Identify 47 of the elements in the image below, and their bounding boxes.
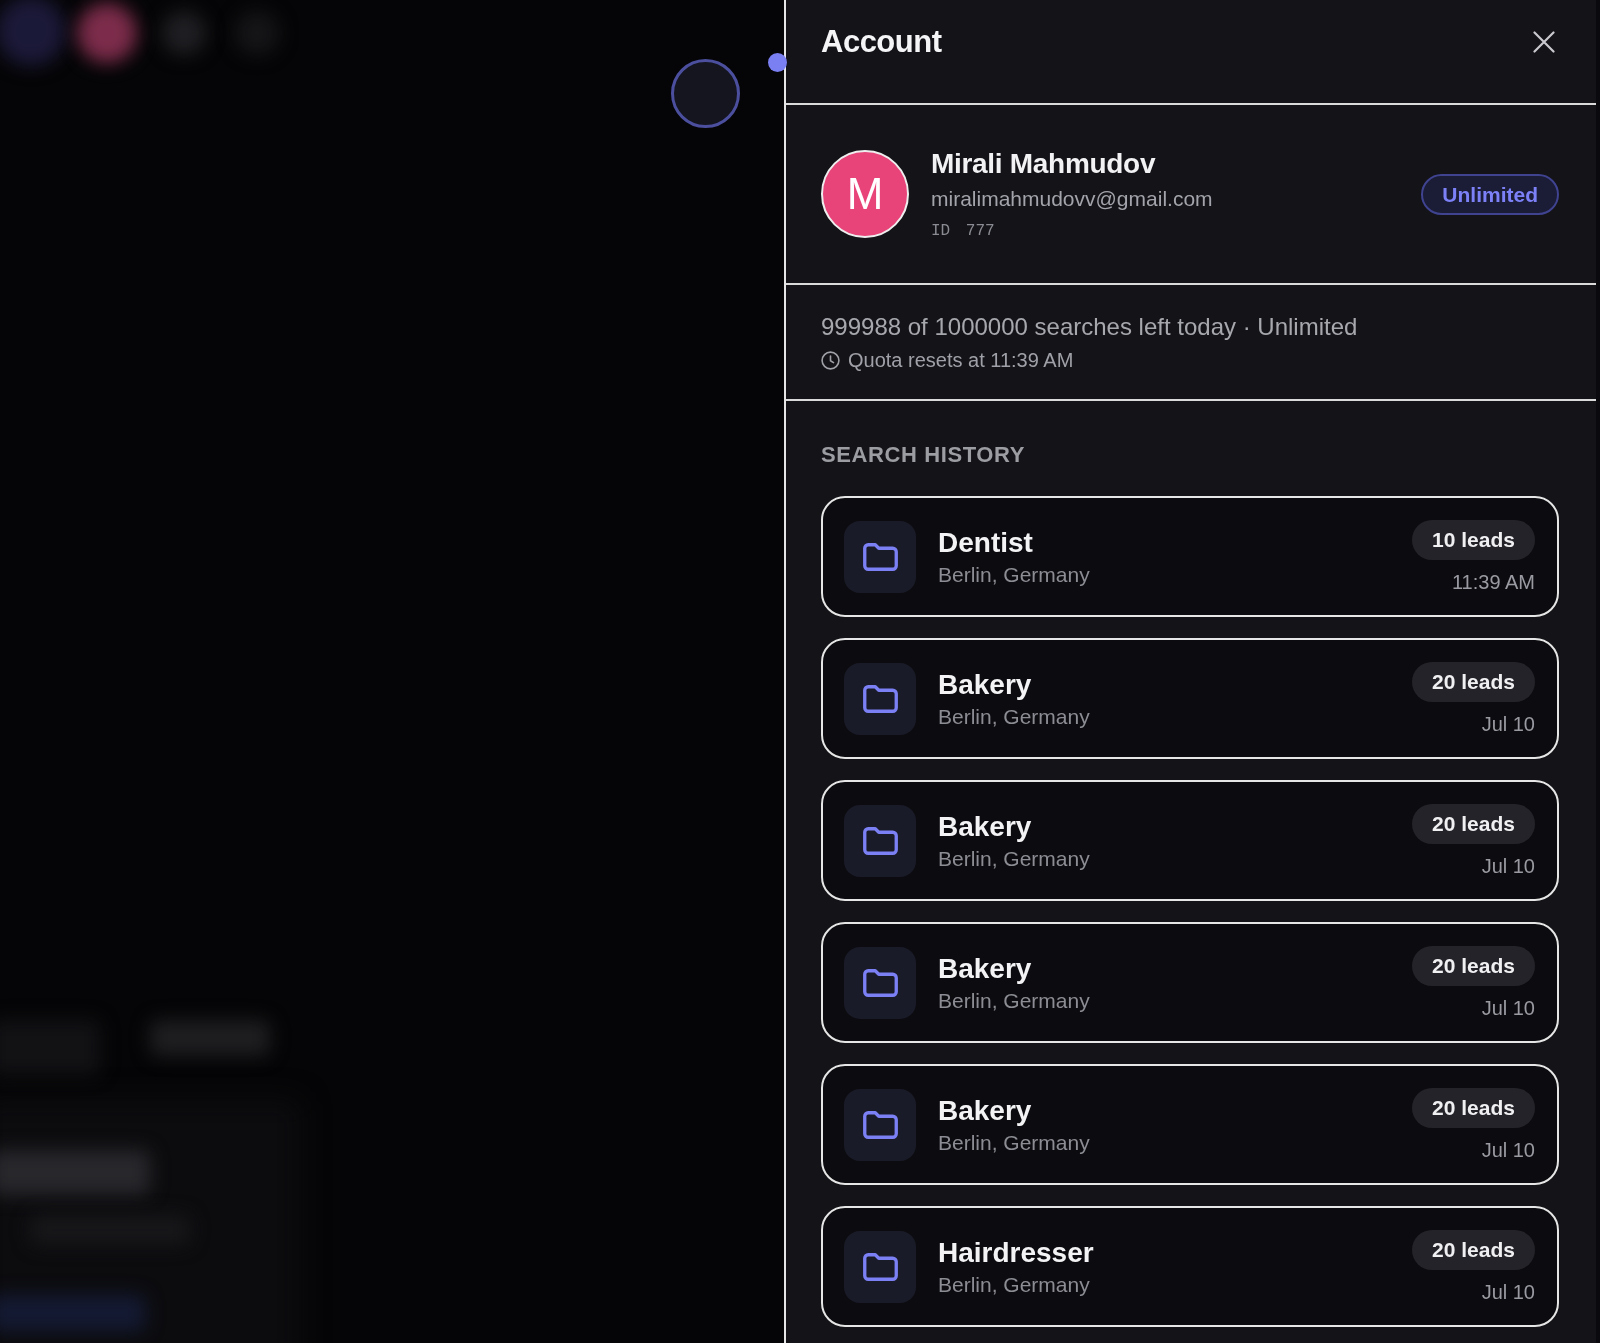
folder-icon [844,520,916,593]
search-location: Berlin, Germany [938,987,1090,1014]
search-time: Jul 10 [1481,853,1535,878]
search-query: Bakery [938,809,1032,844]
quota-summary: 999988 of 1000000 searches left today · Unlimited [821,312,1359,342]
search-location: Berlin, Germany [938,1129,1090,1156]
leads-count-badge: 20 leads [1412,1087,1535,1128]
search-query: Dentist [938,525,1033,560]
folder-icon [844,1230,916,1303]
search-location: Berlin, Germany [938,703,1090,730]
folder-icon [844,662,916,735]
search-query: Bakery [938,1093,1032,1128]
avatar: M [821,150,909,238]
quota-reset-note: Quota resets at 11:39 AM [848,348,1074,372]
search-time: Jul 10 [1481,1137,1535,1162]
user-name: Mirali Mahmudov [931,147,1156,180]
search-history-item[interactable]: Bakery Berlin, Germany 20 leads Jul 10 [821,780,1559,901]
search-location: Berlin, Germany [938,561,1090,588]
search-history-item[interactable]: Bakery Berlin, Germany 20 leads Jul 10 [821,638,1559,759]
search-location: Berlin, Germany [938,1271,1090,1298]
folder-icon [844,804,916,877]
leads-count-badge: 20 leads [1412,1229,1535,1270]
close-icon [1533,31,1555,53]
search-query: Bakery [938,667,1032,702]
search-query: Bakery [938,951,1032,986]
search-location: Berlin, Germany [938,845,1090,872]
search-time: Jul 10 [1481,711,1535,736]
search-history-item[interactable]: Dentist Berlin, Germany 10 leads 11:39 AM [821,496,1559,617]
leads-count-badge: 20 leads [1412,803,1535,844]
section-heading: SEARCH HISTORY [821,441,1026,469]
folder-icon [844,946,916,1019]
search-time: 11:39 AM [1451,569,1535,594]
search-history-item[interactable]: Bakery Berlin, Germany 20 leads Jul 10 [821,922,1559,1043]
leads-count-badge: 20 leads [1412,661,1535,702]
user-email: miralimahmudovv@gmail.com [931,185,1213,212]
search-time: Jul 10 [1481,995,1535,1020]
search-query: Hairdresser [938,1235,1094,1270]
leads-count-badge: 20 leads [1412,945,1535,986]
plan-badge: Unlimited [1421,173,1559,215]
user-id: ID 777 [931,220,995,241]
search-history-item[interactable]: Bakery Berlin, Germany 20 leads Jul 10 [821,1064,1559,1185]
search-time: Jul 10 [1481,1279,1535,1304]
search-history-item[interactable]: Hairdresser Berlin, Germany 20 leads Jul 10 [821,1206,1559,1327]
leads-count-badge: 10 leads [1412,519,1535,560]
panel-title: Account [821,23,942,61]
folder-icon [844,1088,916,1161]
clock-icon [821,350,840,370]
